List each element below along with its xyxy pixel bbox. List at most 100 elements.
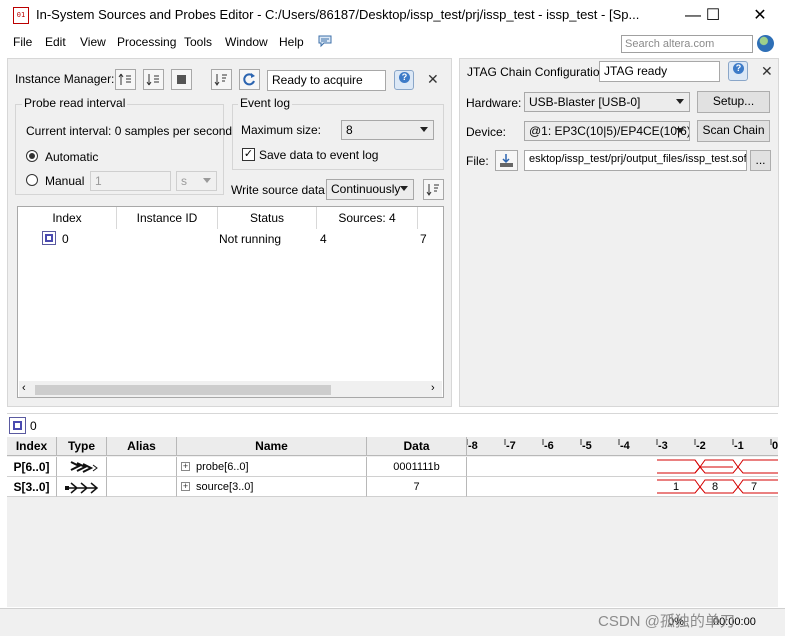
max-size-select[interactable]: 8 bbox=[341, 120, 434, 140]
save-event-log-label: Save data to event log bbox=[259, 148, 379, 162]
probe-waveform-svg bbox=[657, 459, 778, 474]
write-source-label: Write source data: bbox=[231, 183, 329, 197]
jtag-help-icon[interactable] bbox=[728, 61, 748, 81]
sort-icon[interactable] bbox=[211, 69, 232, 90]
tick-label: -8 bbox=[468, 440, 478, 452]
title-bar: 01 In-System Sources and Probes Editor -… bbox=[0, 0, 785, 31]
column-header-status[interactable]: Status bbox=[218, 207, 317, 229]
scrollbar-thumb[interactable] bbox=[35, 385, 331, 395]
sof-file-input[interactable]: esktop/issp_test/prj/output_files/issp_t… bbox=[524, 150, 747, 171]
scroll-left-icon[interactable]: ‹ bbox=[22, 382, 26, 394]
maximize-button[interactable]: ☐ bbox=[690, 0, 736, 31]
menu-view[interactable]: View bbox=[80, 35, 106, 49]
help-icon[interactable] bbox=[394, 70, 414, 90]
refresh-icon[interactable] bbox=[239, 69, 260, 90]
tick-label: -5 bbox=[582, 440, 592, 452]
wave-value: 7 bbox=[751, 481, 758, 493]
save-event-log-checkbox[interactable]: ✓ bbox=[242, 148, 255, 161]
hardware-select[interactable]: USB-Blaster [USB-0] bbox=[524, 92, 690, 112]
tick-label: -2 bbox=[696, 440, 706, 452]
signal-header-data[interactable]: Data bbox=[367, 437, 467, 456]
max-size-label: Maximum size: bbox=[241, 123, 322, 137]
manual-interval-input[interactable]: 1 bbox=[90, 171, 171, 191]
row-sources: 4 bbox=[320, 232, 327, 246]
signal-alias[interactable] bbox=[107, 457, 177, 477]
menu-file[interactable]: File bbox=[13, 35, 32, 49]
menu-help[interactable]: Help bbox=[279, 35, 304, 49]
status-bar: 0% 00:00:00 CSDN @孤独的单刀 bbox=[0, 608, 785, 636]
chat-help-icon[interactable] bbox=[317, 34, 333, 48]
globe-icon[interactable] bbox=[757, 35, 774, 52]
probe-read-interval-title: Probe read interval bbox=[22, 96, 128, 110]
current-interval-text: Current interval: 0 samples per second bbox=[26, 124, 233, 138]
menu-window[interactable]: Window bbox=[225, 35, 268, 49]
signal-name: probe[6..0] bbox=[196, 461, 249, 473]
menu-edit[interactable]: Edit bbox=[45, 35, 66, 49]
signal-alias[interactable] bbox=[107, 477, 177, 497]
signal-header-index[interactable]: Index bbox=[7, 437, 57, 456]
jtag-close-icon[interactable]: ✕ bbox=[761, 63, 773, 80]
table-row[interactable]: 0 Not running 4 7 bbox=[18, 229, 443, 247]
signal-data[interactable]: 7 bbox=[367, 477, 467, 497]
close-window-button[interactable]: ✕ bbox=[737, 0, 783, 31]
signal-row-probe[interactable]: P[6..0] + probe[6..0] 0001111b bbox=[7, 457, 778, 477]
column-header-index[interactable]: Index bbox=[18, 207, 117, 229]
signal-header-name[interactable]: Name bbox=[177, 437, 367, 456]
tick-label: -4 bbox=[620, 440, 630, 452]
window-title: In-System Sources and Probes Editor - C:… bbox=[36, 7, 640, 22]
timeline-header: -8 -7 -6 -5 -4 -3 -2 -1 0 bbox=[467, 437, 778, 456]
stop-icon[interactable] bbox=[171, 69, 192, 90]
instance-chip-icon bbox=[42, 231, 56, 245]
signal-name: source[3..0] bbox=[196, 481, 254, 493]
browse-file-button[interactable]: ... bbox=[750, 150, 771, 171]
signal-name-cell: + source[3..0] bbox=[177, 477, 367, 497]
close-panel-icon[interactable]: ✕ bbox=[427, 71, 439, 88]
source-waveform-svg bbox=[657, 479, 778, 494]
expand-icon[interactable]: + bbox=[181, 482, 190, 491]
device-select[interactable]: @1: EP3C(10|5)/EP4CE(10|6) bbox=[524, 121, 690, 141]
jtag-status-field: JTAG ready bbox=[599, 61, 720, 82]
manual-radio[interactable] bbox=[26, 174, 38, 186]
expand-icon[interactable]: + bbox=[181, 462, 190, 471]
device-label: Device: bbox=[466, 125, 507, 139]
probe-bus-icon bbox=[57, 457, 107, 477]
instance-chip-icon[interactable] bbox=[9, 417, 26, 434]
signal-data[interactable]: 0001111b bbox=[367, 457, 467, 477]
event-log-title: Event log bbox=[238, 96, 293, 110]
write-source-select[interactable]: Continuously bbox=[326, 179, 414, 200]
scroll-right-icon[interactable]: › bbox=[431, 382, 435, 394]
manual-unit-select[interactable]: s bbox=[176, 171, 217, 191]
tick-label: -1 bbox=[734, 440, 744, 452]
continuous-acquire-icon[interactable] bbox=[143, 69, 164, 90]
scan-chain-button[interactable]: Scan Chain bbox=[697, 120, 770, 142]
signal-index: P[6..0] bbox=[7, 457, 57, 477]
row-status: Not running bbox=[219, 232, 282, 246]
search-input[interactable]: Search altera.com bbox=[621, 35, 753, 53]
write-sort-icon[interactable] bbox=[423, 179, 444, 200]
acquire-once-icon[interactable] bbox=[115, 69, 136, 90]
horizontal-scrollbar[interactable]: ‹ › bbox=[19, 381, 442, 397]
menu-processing[interactable]: Processing bbox=[117, 35, 176, 49]
signal-name-cell: + probe[6..0] bbox=[177, 457, 367, 477]
watermark: CSDN @孤独的单刀 bbox=[598, 613, 735, 630]
column-header-probes[interactable] bbox=[418, 207, 445, 229]
program-device-icon[interactable] bbox=[495, 150, 518, 171]
column-header-sources[interactable]: Sources: 4 bbox=[317, 207, 418, 229]
row-probes: 7 bbox=[420, 232, 427, 246]
automatic-radio[interactable] bbox=[26, 150, 38, 162]
tick-label: 0 bbox=[772, 440, 779, 452]
signal-header-type[interactable]: Type bbox=[57, 437, 107, 456]
menu-tools[interactable]: Tools bbox=[184, 35, 212, 49]
row-index: 0 bbox=[62, 232, 69, 246]
tick-label: -7 bbox=[506, 440, 516, 452]
signal-table: Index Type Alias Name Data -8 -7 -6 -5 -… bbox=[7, 437, 778, 607]
jtag-title: JTAG Chain Configuration: bbox=[467, 65, 610, 79]
signal-header-alias[interactable]: Alias bbox=[107, 437, 177, 456]
automatic-label: Automatic bbox=[45, 150, 99, 164]
setup-button[interactable]: Setup... bbox=[697, 91, 770, 113]
instance-table: Index Instance ID Status Sources: 4 0 No… bbox=[17, 206, 444, 398]
hardware-label: Hardware: bbox=[466, 96, 522, 110]
signal-row-source[interactable]: S[3..0] + source[3..0] 7 1 8 7 bbox=[7, 477, 778, 497]
column-header-instance-id[interactable]: Instance ID bbox=[117, 207, 218, 229]
instance-selector-bar: 0 bbox=[7, 413, 778, 437]
